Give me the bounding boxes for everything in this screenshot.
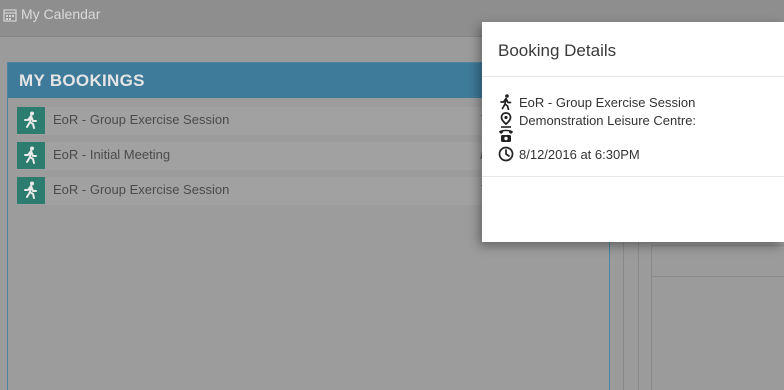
bookings-heading: MY BOOKINGS: [19, 71, 145, 90]
booking-label: EoR - Initial Meeting: [53, 147, 171, 162]
booking-label: EoR - Group Exercise Session: [53, 112, 230, 127]
phone-icon: [499, 129, 513, 142]
app-title: My Calendar: [21, 6, 101, 22]
map-pin-icon: [500, 112, 512, 128]
divider: [482, 176, 784, 177]
clock-icon: [498, 146, 514, 162]
calendar-panel: [651, 245, 784, 390]
calendar-icon: [3, 9, 17, 22]
booking-label: EoR - Group Exercise Session: [53, 182, 230, 197]
modal-title: Booking Details: [498, 41, 617, 60]
activity-text: EoR - Group Exercise Session: [519, 95, 696, 110]
booking-details-modal: Booking Details EoR - Group Exercise Ses…: [482, 22, 784, 242]
walking-person-icon: [17, 142, 45, 169]
divider: [482, 76, 784, 77]
walking-person-icon: [17, 107, 45, 134]
divider: [652, 276, 784, 277]
datetime-text: 8/12/2016 at 6:30PM: [519, 147, 640, 162]
walking-person-icon: [17, 177, 45, 204]
location-text: Demonstration Leisure Centre:: [519, 113, 697, 128]
walking-person-icon: [500, 94, 512, 110]
